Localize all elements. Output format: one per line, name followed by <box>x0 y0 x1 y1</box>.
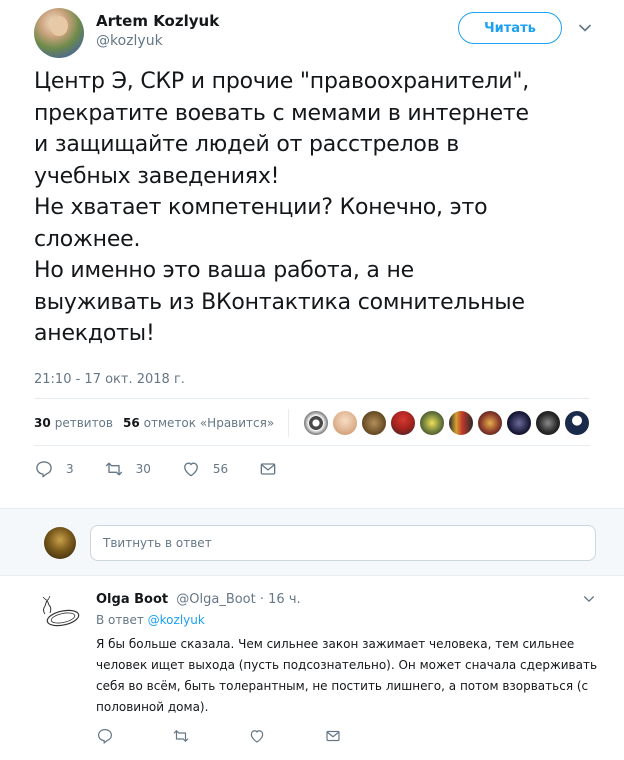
chevron-down-icon[interactable] <box>582 592 596 606</box>
retweets-label: ретвитов <box>54 416 113 430</box>
reply-author-name: Olga Boot <box>96 592 169 607</box>
reply-time[interactable]: · 16 ч. <box>260 592 301 607</box>
liker-avatar[interactable] <box>390 410 417 436</box>
tweet-text-line: Не хватает компетенции? Конечно, это <box>34 195 488 220</box>
main-tweet: Artem Kozlyuk @kozlyuk Читать Центр Э, С… <box>0 0 624 508</box>
dm-action[interactable] <box>258 459 290 479</box>
liker-avatar[interactable] <box>448 410 475 436</box>
tweet-text-line: и защищайте людей от расстрелов в <box>34 132 460 157</box>
heart-icon <box>184 462 198 477</box>
reply-composer: Твитнуть в ответ <box>0 508 624 576</box>
retweet-action[interactable]: 30 <box>104 459 151 479</box>
retweet-icon[interactable] <box>172 727 190 745</box>
liker-avatar[interactable] <box>419 410 446 436</box>
envelope-icon[interactable] <box>324 727 342 745</box>
liker-avatar[interactable] <box>303 410 330 436</box>
reply-context-handle[interactable]: @kozlyuk <box>148 613 205 627</box>
reply-text-line: себя во всём, быть толерантным, не пости… <box>96 679 589 693</box>
liker-avatar[interactable] <box>477 410 504 436</box>
reply-actions <box>96 727 400 745</box>
reply-text-line: Я бы больше сказала. Чем сильнее закон з… <box>96 637 575 651</box>
reply-text: Я бы больше сказала. Чем сильнее закон з… <box>96 634 606 718</box>
reply-count: 3 <box>66 462 74 476</box>
author-avatar[interactable] <box>34 8 84 58</box>
retweets-count: 30 <box>34 416 51 430</box>
author-handle[interactable]: @kozlyuk <box>96 33 163 49</box>
liker-avatars <box>303 410 593 436</box>
tweet-text-line: Центр Э, СКР и прочие "правоохранители", <box>34 69 530 94</box>
envelope-icon <box>260 463 276 475</box>
likes-label: отметок «Нравится» <box>143 416 275 430</box>
liker-avatar[interactable] <box>332 410 359 436</box>
reply-text-line: половиной дома). <box>96 700 209 714</box>
tweet-text-line: сложнее. <box>34 226 141 252</box>
like-count: 56 <box>212 462 229 476</box>
liker-avatar[interactable] <box>361 410 388 436</box>
tweet-stats: 30 ретвитов 56 отметок «Нравится» <box>34 403 593 443</box>
tweet-text-line: прекратите воевать с мемами в интернете <box>34 100 529 126</box>
tweet-actions: 3 30 56 <box>34 458 320 480</box>
likes-stat[interactable]: 56 отметок «Нравится» <box>123 416 274 430</box>
stats-separator <box>288 409 290 437</box>
reply-input[interactable]: Твитнуть в ответ <box>90 525 596 561</box>
tweet-timestamp[interactable]: 21:10 - 17 окт. 2018 г. <box>34 372 185 387</box>
divider <box>34 445 590 446</box>
tweet-text-line: Но именно это ваша работа, а не <box>34 258 414 283</box>
tweet-text-line: учебных заведениях! <box>34 163 280 189</box>
reply-tweet[interactable]: Olga Boot @Olga_Boot · 16 ч. В ответ @ko… <box>0 576 624 760</box>
chevron-down-icon[interactable] <box>577 20 593 36</box>
reply-icon <box>36 461 52 478</box>
reply-icon[interactable] <box>96 727 114 745</box>
reply-context: В ответ @kozlyuk <box>96 613 205 627</box>
divider <box>34 398 590 399</box>
follow-button[interactable]: Читать <box>458 12 562 44</box>
author-display-name[interactable]: Artem Kozlyuk <box>96 12 219 30</box>
tweet-text: Центр Э, СКР и прочие "правоохранители",… <box>34 66 604 350</box>
retweets-stat[interactable]: 30 ретвитов <box>34 416 113 430</box>
retweet-icon <box>105 462 122 476</box>
liker-avatar[interactable] <box>535 410 562 436</box>
current-user-avatar <box>44 527 76 559</box>
reply-author[interactable]: Olga Boot @Olga_Boot · 16 ч. <box>96 592 301 607</box>
heart-icon[interactable] <box>248 727 266 745</box>
liker-avatar[interactable] <box>564 410 591 436</box>
like-action[interactable]: 56 <box>181 459 228 479</box>
tweet-text-line: выуживать из ВКонтактика сомнительные <box>34 289 525 315</box>
tweet-text-line: анекдоты! <box>34 321 155 346</box>
liker-avatar[interactable] <box>506 410 533 436</box>
reply-text-line: человек ищет выхода (пусть подсознательн… <box>96 658 598 672</box>
reply-author-handle: @Olga_Boot <box>176 592 256 607</box>
reply-author-avatar[interactable] <box>36 588 84 636</box>
reply-action[interactable]: 3 <box>34 459 74 479</box>
likes-count: 56 <box>122 416 140 430</box>
retweet-count: 30 <box>135 462 151 476</box>
reply-context-prefix: В ответ <box>96 613 144 627</box>
